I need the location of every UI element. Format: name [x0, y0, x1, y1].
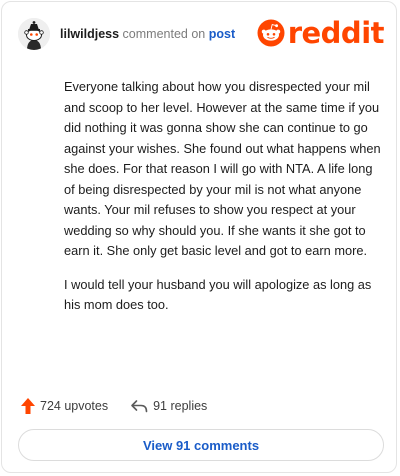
upvote-arrow-icon: [21, 398, 35, 414]
view-comments-button[interactable]: View 91 comments: [18, 429, 384, 461]
comment-header: lilwildjess commented on post reddit: [18, 16, 385, 52]
post-link[interactable]: post: [209, 27, 235, 41]
replies-count: 91 replies: [153, 399, 208, 413]
comment-paragraph-2: I would tell your husband you will apolo…: [64, 276, 372, 313]
reply-arrow-icon: [131, 400, 148, 413]
replies-button[interactable]: 91 replies: [130, 399, 207, 413]
comment-body: Everyone talking about how you disrespec…: [64, 77, 382, 329]
comment-actions: 724 upvotes 91 replies: [20, 396, 380, 416]
username-link[interactable]: lilwildjess: [60, 27, 119, 41]
user-avatar[interactable]: [18, 18, 50, 50]
commented-on-label: commented on: [122, 27, 206, 41]
comment-paragraph-1: Everyone talking about how you disrespec…: [64, 79, 381, 258]
comment-card: lilwildjess commented on post reddit Eve…: [1, 1, 397, 473]
comment-meta: lilwildjess commented on post: [60, 27, 235, 41]
reddit-wordmark: reddit: [287, 16, 385, 50]
reddit-snoo-logo-icon: [257, 19, 285, 47]
reddit-logo[interactable]: reddit: [257, 16, 385, 50]
upvotes-count: 724 upvotes: [40, 399, 109, 413]
snoo-avatar-icon: [18, 18, 50, 50]
upvote-button[interactable]: 724 upvotes: [20, 397, 108, 415]
